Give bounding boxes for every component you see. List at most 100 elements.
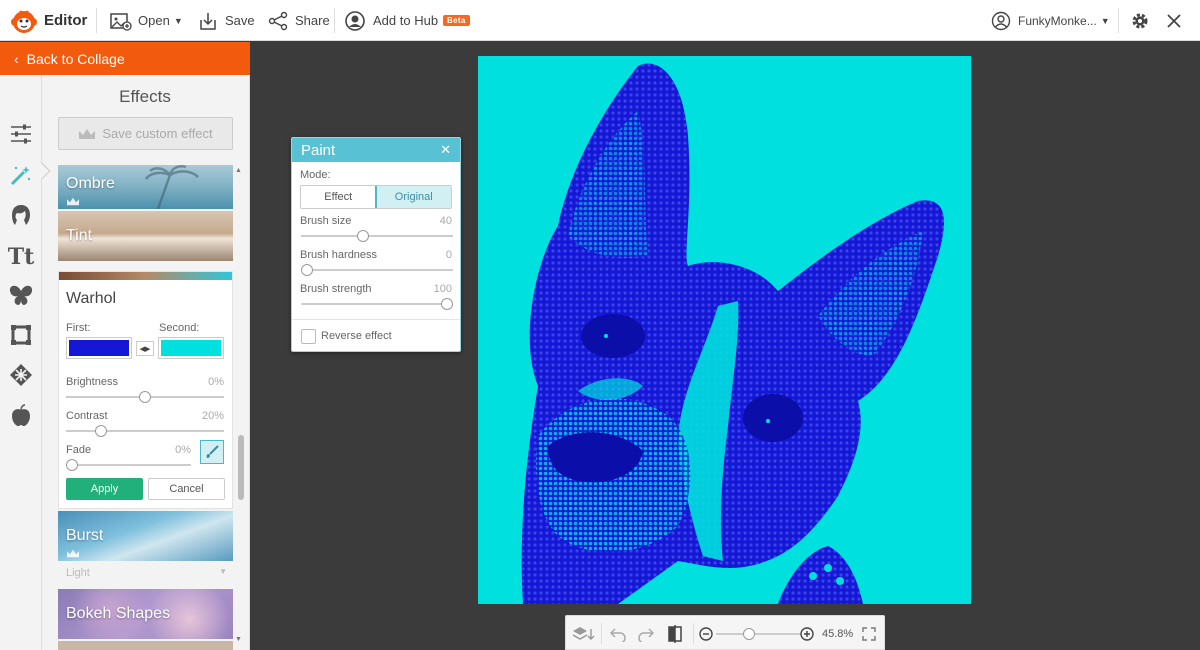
paint-brush-button[interactable] [200, 440, 224, 464]
layers-icon [572, 626, 595, 640]
apple-icon[interactable] [8, 402, 34, 428]
close-icon[interactable]: ✕ [440, 142, 451, 158]
fade-slider[interactable] [66, 464, 191, 466]
effect-burst-label: Burst [66, 527, 104, 544]
brightness-slider-thumb[interactable] [139, 391, 151, 403]
save-button[interactable]: Save [199, 0, 255, 41]
zoom-slider-thumb[interactable] [743, 628, 755, 640]
brush-size-slider-thumb[interactable] [357, 230, 369, 242]
crown-icon [79, 128, 96, 139]
mode-effect-button[interactable]: Effect [301, 186, 376, 208]
apply-button[interactable]: Apply [66, 478, 143, 500]
fade-slider-thumb[interactable] [66, 459, 78, 471]
compare-button[interactable] [667, 616, 683, 650]
divider [96, 8, 97, 33]
compare-icon [668, 624, 682, 643]
undo-button[interactable] [609, 616, 627, 650]
contrast-slider[interactable] [66, 430, 224, 432]
magic-wand-icon[interactable] [8, 162, 34, 188]
monkey-logo-icon [11, 9, 37, 33]
brush-size-label: Brush size [300, 215, 352, 227]
mode-label: Mode: [300, 169, 331, 181]
category-light[interactable]: Light ▼ [58, 567, 233, 579]
brush-size-value: 40 [439, 215, 452, 227]
settings-button[interactable] [1130, 0, 1150, 41]
scroll-down-icon[interactable]: ▼ [235, 636, 242, 643]
open-button[interactable]: Open ▼ [110, 0, 183, 41]
hub-icon [345, 10, 365, 31]
first-color-label: First: [66, 322, 91, 334]
effect-next-thumb[interactable] [58, 641, 233, 650]
effects-panel: Tt Effects Save custom effect Ombre Tint [0, 75, 250, 650]
fullscreen-icon [862, 626, 876, 641]
brush-strength-value: 100 [433, 283, 452, 295]
zoom-level: 45.8% [822, 627, 854, 640]
download-icon [200, 12, 216, 30]
effect-ombre[interactable]: Ombre [58, 165, 233, 209]
effects-column: Effects Save custom effect Ombre Tint Wa… [42, 75, 249, 650]
chevron-left-icon: ‹ [14, 50, 19, 67]
warhol-title: Warhol [66, 290, 117, 307]
save-label: Save [225, 13, 255, 28]
brightness-label: Brightness [66, 376, 118, 388]
effect-tint-label: Tint [66, 227, 93, 244]
app-name: Editor [44, 12, 88, 29]
face-icon[interactable] [8, 202, 34, 228]
save-custom-effect-button[interactable]: Save custom effect [58, 117, 233, 150]
zoom-out-button[interactable] [699, 616, 713, 650]
swap-colors-button[interactable]: ◀▶ [136, 341, 154, 356]
second-color-swatch[interactable] [158, 337, 224, 359]
divider [334, 8, 335, 33]
effect-ombre-label: Ombre [66, 175, 115, 192]
tool-rail: Tt [0, 75, 51, 650]
close-icon [1167, 13, 1181, 28]
fullscreen-button[interactable] [862, 616, 876, 650]
cancel-button[interactable]: Cancel [148, 478, 225, 500]
brush-hardness-slider[interactable] [301, 269, 453, 271]
sliders-icon[interactable] [8, 121, 34, 147]
photo-canvas[interactable] [478, 56, 971, 604]
add-to-hub-button[interactable]: Add to Hub Beta [344, 0, 470, 41]
frame-icon[interactable] [8, 322, 34, 348]
paint-dialog: Paint ✕ Mode: Effect Original Brush size… [291, 137, 461, 352]
zoom-in-button[interactable] [800, 616, 814, 650]
user-name: FunkyMonke... [1018, 13, 1097, 28]
texture-icon[interactable] [8, 362, 34, 388]
chevron-down-icon: ▼ [219, 567, 227, 576]
share-label: Share [295, 13, 330, 28]
layers-button[interactable] [572, 616, 596, 650]
brush-hardness-slider-thumb[interactable] [301, 264, 313, 276]
scroll-up-icon[interactable]: ▲ [235, 167, 242, 174]
chevron-down-icon: ▼ [173, 15, 183, 26]
save-custom-label: Save custom effect [102, 126, 213, 141]
redo-button[interactable] [637, 616, 655, 650]
divider [1118, 8, 1119, 33]
effect-tint[interactable]: Tint [58, 211, 233, 261]
zoom-in-icon [800, 626, 814, 641]
contrast-slider-thumb[interactable] [95, 425, 108, 437]
brightness-value: 0% [208, 376, 224, 388]
close-button[interactable] [1166, 0, 1182, 41]
mode-original-button[interactable]: Original [374, 186, 451, 208]
back-to-collage-button[interactable]: ‹ Back to Collage [0, 42, 250, 75]
text-icon[interactable]: Tt [8, 244, 35, 270]
effect-bokeh-label: Bokeh Shapes [66, 605, 171, 622]
divider [693, 623, 694, 644]
app-logo[interactable]: Editor [10, 0, 87, 41]
panel-scrollbar-thumb[interactable] [238, 435, 244, 500]
user-menu[interactable]: FunkyMonke... ▼ [991, 0, 1110, 41]
butterfly-icon[interactable] [8, 283, 34, 309]
brush-size-slider[interactable] [301, 235, 453, 237]
effect-burst[interactable]: Burst [58, 511, 233, 561]
zoom-slider[interactable] [716, 633, 801, 635]
category-light-label: Light [66, 567, 90, 579]
fade-value: 0% [175, 444, 191, 456]
back-label: Back to Collage [26, 50, 125, 67]
brush-strength-slider[interactable] [301, 303, 453, 305]
effect-bokeh-shapes[interactable]: Bokeh Shapes [58, 589, 233, 639]
first-color-swatch[interactable] [66, 337, 132, 359]
brush-strength-slider-thumb[interactable] [441, 298, 453, 310]
reverse-effect-checkbox[interactable] [301, 329, 316, 344]
share-button[interactable]: Share [268, 0, 330, 41]
warhol-thumbnail-strip [59, 272, 232, 280]
